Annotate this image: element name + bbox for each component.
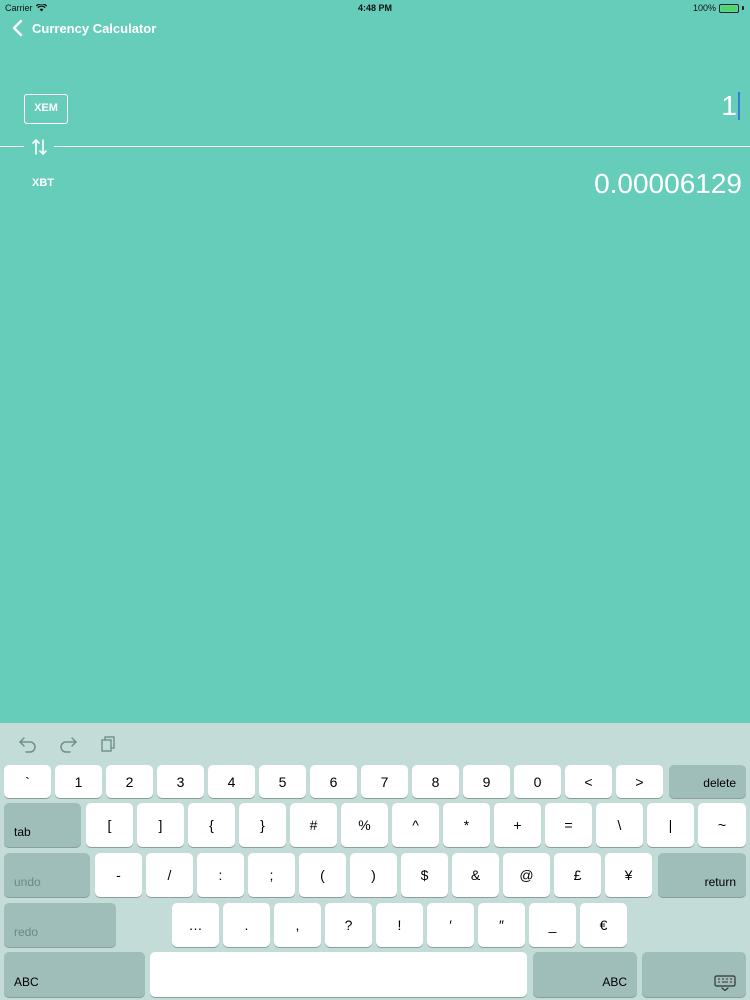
amount-input-value: 1 [721,90,737,121]
key[interactable]: 4 [208,765,255,798]
paste-icon[interactable] [98,733,118,753]
dismiss-keyboard-key[interactable] [642,952,746,997]
abc-key-left[interactable]: ABC [4,952,145,997]
key[interactable]: ¥ [605,853,652,897]
abc-key-right-label: ABC [602,975,627,989]
key[interactable]: 7 [361,765,408,798]
key[interactable]: £ [554,853,601,897]
key[interactable]: 5 [259,765,306,798]
return-key[interactable]: return [658,853,746,897]
abc-key-left-label: ABC [14,975,39,989]
key[interactable]: 9 [463,765,510,798]
key[interactable]: ! [376,903,423,947]
battery-percent: 100% [692,3,716,13]
key[interactable]: # [290,803,337,847]
to-currency-button[interactable]: XBT [32,177,54,189]
text-caret [738,92,740,120]
key[interactable]: > [616,765,663,798]
clock: 4:48 PM [357,3,392,13]
key[interactable]: < [565,765,612,798]
redo-icon[interactable] [58,733,78,753]
key[interactable]: ) [350,853,397,897]
key[interactable]: 2 [106,765,153,798]
undo-icon[interactable] [18,733,38,753]
undo-key[interactable]: undo [4,853,90,897]
key[interactable]: 6 [310,765,357,798]
delete-key-label: delete [703,776,736,790]
keyboard-hide-icon [714,975,736,991]
battery-icon [719,3,739,13]
key[interactable]: 3 [157,765,204,798]
status-bar: Carrier 4:48 PM 100% [0,0,750,16]
key[interactable]: 1 [55,765,102,798]
key[interactable]: $ [401,853,448,897]
key[interactable]: & [452,853,499,897]
key[interactable]: = [545,803,592,847]
key[interactable]: 8 [412,765,459,798]
redo-key[interactable]: redo [4,903,116,947]
key[interactable]: ? [325,903,372,947]
key[interactable]: % [341,803,388,847]
swap-arrows-icon[interactable] [31,136,49,158]
key[interactable]: { [188,803,235,847]
space-key[interactable] [150,952,527,997]
redo-key-label: redo [14,925,39,939]
key[interactable]: : [197,853,244,897]
tab-key-label: tab [14,825,31,839]
converted-amount: 0.00006129 [594,168,742,199]
key[interactable]: [ [86,803,133,847]
chevron-left-icon [12,19,23,37]
undo-key-label: undo [14,875,41,889]
back-button-label: Currency Calculator [32,20,157,36]
key[interactable]: / [146,853,193,897]
key[interactable]: € [580,903,627,947]
key[interactable]: ^ [392,803,439,847]
key[interactable]: \ [596,803,643,847]
abc-key-right[interactable]: ABC [533,952,637,997]
divider [54,146,750,147]
key[interactable]: . [223,903,270,947]
key[interactable]: … [172,903,219,947]
battery-tip [742,6,744,10]
key[interactable]: - [95,853,142,897]
back-button[interactable]: Currency Calculator [10,18,156,38]
key[interactable]: ″ [478,903,525,947]
battery-group: 100% [693,3,744,13]
key[interactable]: ] [137,803,184,847]
key[interactable]: ` [4,765,51,798]
key[interactable]: * [443,803,490,847]
key[interactable]: } [239,803,286,847]
key[interactable]: ~ [698,803,746,847]
key[interactable]: , [274,903,321,947]
divider [0,146,24,147]
key[interactable]: ; [248,853,295,897]
tab-key[interactable]: tab [4,803,81,847]
key[interactable]: | [647,803,694,847]
delete-key[interactable]: delete [669,765,746,798]
key[interactable]: 0 [514,765,561,798]
key[interactable]: @ [503,853,550,897]
key[interactable]: ′ [427,903,474,947]
keyboard-shortcut-bar [18,733,118,753]
key[interactable]: + [494,803,541,847]
key[interactable]: _ [529,903,576,947]
key[interactable]: ( [299,853,346,897]
from-currency-button[interactable]: XEM [24,94,68,124]
keyboard: ` 1 2 3 4 5 6 7 8 9 0 < > delete tab [ ]… [0,723,750,1000]
return-key-label: return [704,875,736,889]
amount-input[interactable]: 1 [721,90,740,122]
